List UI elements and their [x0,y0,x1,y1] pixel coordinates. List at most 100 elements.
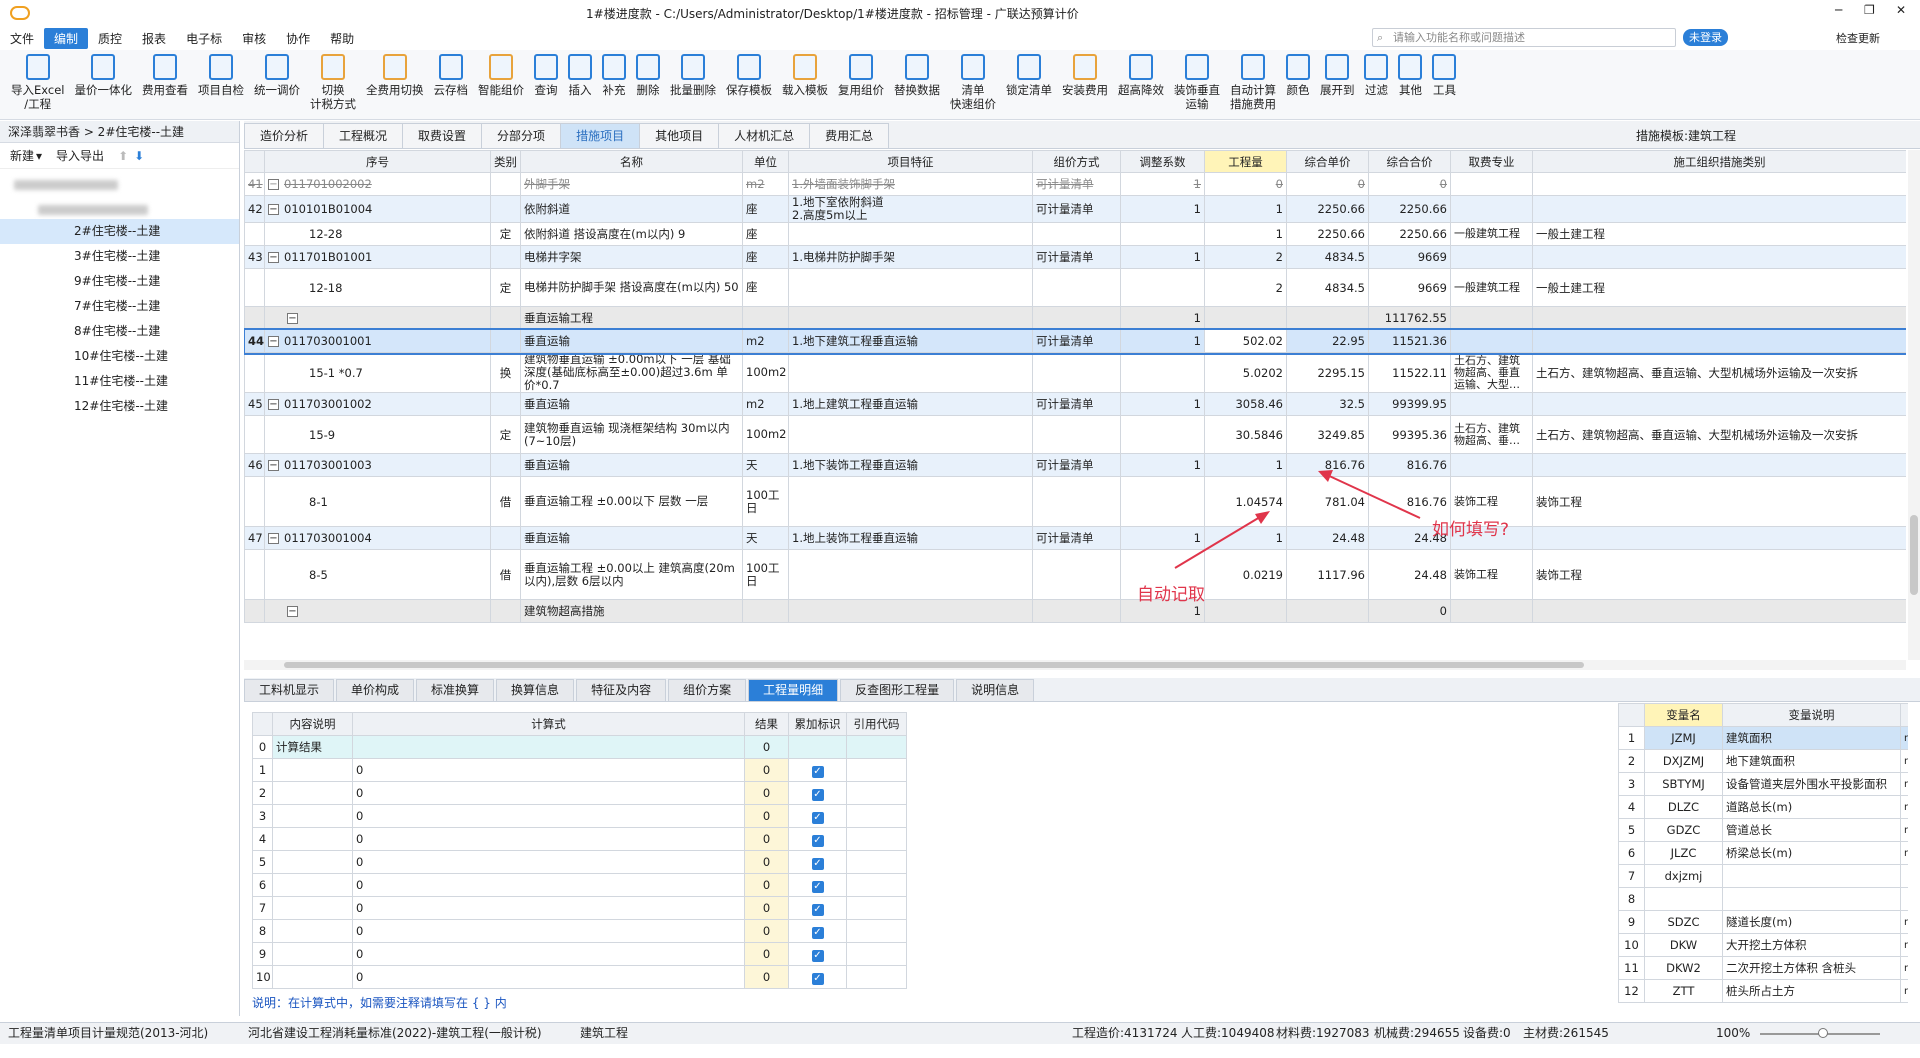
var-cell-u[interactable]: m [1900,818,1908,842]
ref-code-cell[interactable] [846,873,907,897]
content-desc-cell[interactable] [272,827,353,851]
content-desc-cell[interactable] [272,873,353,897]
var-cell-i[interactable]: 7 [1618,864,1645,888]
formula-expr-cell[interactable]: 0 [352,965,745,989]
bottom-tab-5[interactable]: 组价方案 [668,679,747,701]
var-cell-u[interactable]: m2 [1900,726,1908,750]
var-cell-d[interactable]: 设备管道夹层外围水平投影面积 [1722,772,1901,796]
var-cell-u[interactable]: m [1900,841,1908,865]
var-cell-i[interactable]: 6 [1618,841,1645,865]
checkbox-checked-icon[interactable]: ✓ [811,972,824,985]
accumulate-cell[interactable]: ✓ [788,896,847,920]
formula-row[interactable]: 4 0 0 ✓ [252,827,907,851]
var-cell-d[interactable]: 地下建筑面积 [1722,749,1901,773]
accumulate-cell[interactable]: ✓ [788,942,847,966]
var-cell-n[interactable]: DKW [1644,933,1723,957]
var-cell-n[interactable]: dxjzmj [1644,864,1723,888]
checkbox-checked-icon[interactable]: ✓ [811,926,824,939]
ref-code-cell[interactable] [846,896,907,920]
ref-code-cell[interactable] [846,850,907,874]
var-cell-i[interactable]: 10 [1618,933,1645,957]
accumulate-cell[interactable]: ✓ [788,965,847,989]
var-cell-u[interactable]: m [1900,910,1908,934]
formula-expr-cell[interactable]: 0 [352,896,745,920]
content-desc-cell[interactable] [272,850,353,874]
var-row[interactable]: 2DXJZMJ地下建筑面积m2 [1618,749,1908,773]
var-cell-i[interactable]: 11 [1618,956,1645,980]
checkbox-checked-icon[interactable]: ✓ [811,834,824,847]
var-cell-i[interactable]: 3 [1618,772,1645,796]
accumulate-cell[interactable]: ✓ [788,850,847,874]
var-cell-d[interactable]: 大开挖土方体积 [1722,933,1901,957]
var-cell-n[interactable]: ZTT [1644,979,1723,1003]
formula-expr-cell[interactable]: 0 [352,781,745,805]
var-row[interactable]: 1JZMJ建筑面积m2 [1618,726,1908,750]
ref-code-cell[interactable] [846,919,907,943]
checkbox-checked-icon[interactable]: ✓ [811,857,824,870]
formula-row[interactable]: 2 0 0 ✓ [252,781,907,805]
bottom-tab-1[interactable]: 单价构成 [336,679,415,701]
checkbox-checked-icon[interactable]: ✓ [811,903,824,916]
accumulate-cell[interactable]: ✓ [788,758,847,782]
accumulate-cell[interactable]: ✓ [788,919,847,943]
formula-row[interactable]: 3 0 0 ✓ [252,804,907,828]
bottom-tab-7[interactable]: 反查图形工程量 [840,679,955,701]
bottom-tab-6[interactable]: 工程量明细 [748,679,839,701]
checkbox-checked-icon[interactable]: ✓ [811,949,824,962]
var-row[interactable]: 8 [1618,887,1908,911]
accumulate-cell[interactable]: ✓ [788,827,847,851]
var-row[interactable]: 9SDZC隧道长度(m)m [1618,910,1908,934]
checkbox-checked-icon[interactable]: ✓ [811,811,824,824]
var-cell-u[interactable] [1900,887,1908,911]
bottom-tab-3[interactable]: 换算信息 [496,679,575,701]
formula-row[interactable]: 1 0 0 ✓ [252,758,907,782]
var-cell-i[interactable]: 12 [1618,979,1645,1003]
var-cell-i[interactable]: 1 [1618,726,1645,750]
var-cell-d[interactable]: 隧道长度(m) [1722,910,1901,934]
var-cell-d[interactable]: 道路总长(m) [1722,795,1901,819]
formula-row[interactable]: 10 0 0 ✓ [252,965,907,989]
ref-code-cell[interactable] [846,965,907,989]
var-row[interactable]: 4DLZC道路总长(m)m [1618,795,1908,819]
var-cell-i[interactable]: 9 [1618,910,1645,934]
var-row[interactable]: 7 dxjzmj [1618,864,1908,888]
var-cell-n[interactable] [1644,887,1723,911]
var-cell-d[interactable]: 管道总长 [1722,818,1901,842]
formula-expr-cell[interactable]: 0 [352,827,745,851]
var-cell-u[interactable]: m3 [1900,979,1908,1003]
var-cell-u[interactable]: m2 [1900,772,1908,796]
ref-code-cell[interactable] [846,942,907,966]
var-row[interactable]: 5GDZC管道总长m [1618,818,1908,842]
formula-row[interactable]: 8 0 0 ✓ [252,919,907,943]
formula-row[interactable]: 9 0 0 ✓ [252,942,907,966]
var-cell-n[interactable]: DXJZMJ [1644,749,1723,773]
content-desc-cell[interactable] [272,965,353,989]
var-cell-d[interactable]: 建筑面积 [1722,726,1901,750]
bottom-tab-2[interactable]: 标准换算 [416,679,495,701]
var-cell-d[interactable] [1722,864,1901,888]
var-cell-i[interactable]: 4 [1618,795,1645,819]
content-desc-cell[interactable] [272,896,353,920]
var-cell-d[interactable]: 桩头所占土方 [1722,979,1901,1003]
accumulate-cell[interactable]: ✓ [788,873,847,897]
var-cell-u[interactable] [1900,864,1908,888]
formula-expr-cell[interactable]: 0 [352,873,745,897]
var-row[interactable]: 10DKW大开挖土方体积m3 [1618,933,1908,957]
var-cell-n[interactable]: JLZC [1644,841,1723,865]
checkbox-checked-icon[interactable]: ✓ [811,788,824,801]
formula-row[interactable]: 7 0 0 ✓ [252,896,907,920]
var-cell-n[interactable]: SBTYMJ [1644,772,1723,796]
var-row[interactable]: 6JLZC桥梁总长(m)m [1618,841,1908,865]
content-desc-cell[interactable] [272,804,353,828]
var-row[interactable]: 3SBTYMJ设备管道夹层外围水平投影面积m2 [1618,772,1908,796]
formula-row[interactable]: 6 0 0 ✓ [252,873,907,897]
zoom-slider-handle[interactable] [1818,1028,1828,1038]
formula-expr-cell[interactable]: 0 [352,758,745,782]
ref-code-cell[interactable] [846,827,907,851]
accumulate-cell[interactable]: ✓ [788,781,847,805]
var-cell-n[interactable]: DKW2 [1644,956,1723,980]
bottom-tab-8[interactable]: 说明信息 [956,679,1035,701]
var-cell-i[interactable]: 2 [1618,749,1645,773]
ref-code-cell[interactable] [846,804,907,828]
var-cell-i[interactable]: 5 [1618,818,1645,842]
